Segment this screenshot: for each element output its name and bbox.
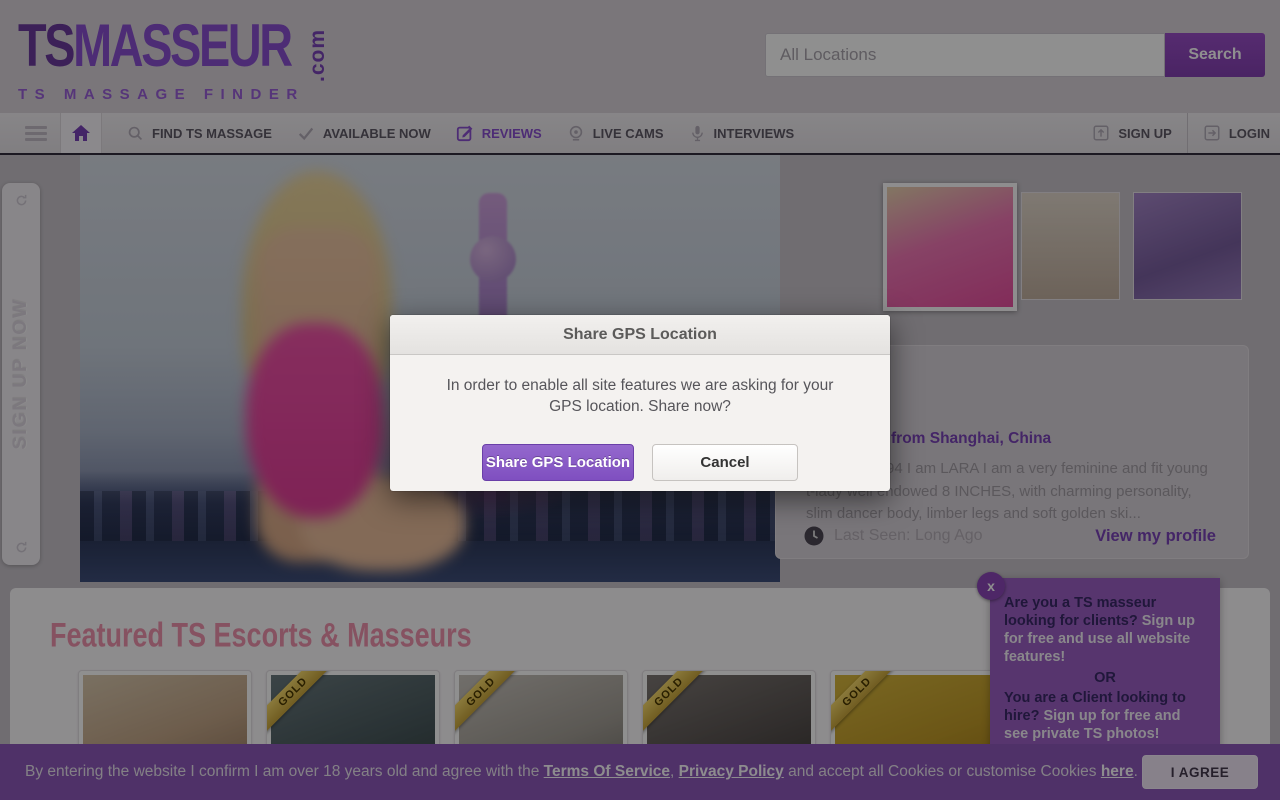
page: TSMASSEUR .com TS MASSAGE FINDER Search … [0,0,1280,800]
modal-title: Share GPS Location [390,315,890,355]
modal-body-text: In order to enable all site features we … [390,355,890,418]
gps-location-modal: Share GPS Location In order to enable al… [390,315,890,491]
cancel-button[interactable]: Cancel [652,444,798,481]
modal-actions: Share GPS Location Cancel [390,418,890,491]
share-gps-button[interactable]: Share GPS Location [482,444,634,481]
